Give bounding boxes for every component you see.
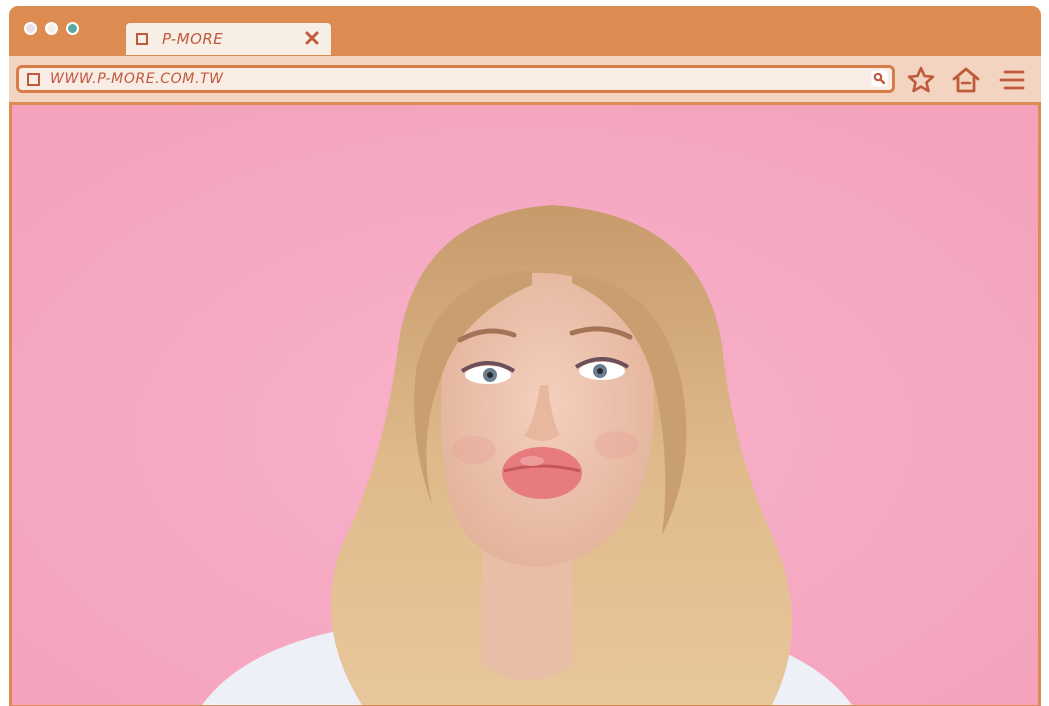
portrait-photo bbox=[12, 105, 1038, 705]
browser-toolbar: WWW.P-MORE.COM.TW bbox=[9, 56, 1041, 105]
search-icon[interactable] bbox=[871, 70, 888, 87]
close-window-button[interactable] bbox=[24, 22, 37, 35]
url-text: WWW.P-MORE.COM.TW bbox=[50, 71, 224, 87]
maximize-window-button[interactable] bbox=[66, 22, 79, 35]
address-bar[interactable]: WWW.P-MORE.COM.TW bbox=[16, 65, 895, 93]
page-icon bbox=[27, 72, 40, 86]
star-icon[interactable] bbox=[906, 65, 936, 95]
minimize-window-button[interactable] bbox=[45, 22, 58, 35]
tab-title: P-MORE bbox=[162, 30, 224, 48]
close-icon[interactable] bbox=[303, 29, 321, 47]
page-content bbox=[12, 105, 1038, 705]
menu-icon[interactable] bbox=[997, 65, 1027, 95]
browser-tab[interactable]: P-MORE bbox=[126, 23, 331, 55]
home-icon[interactable] bbox=[951, 65, 981, 95]
square-icon bbox=[136, 33, 148, 45]
window-controls bbox=[24, 22, 79, 35]
browser-window: P-MORE WWW.P-MORE.COM.TW bbox=[9, 6, 1041, 706]
